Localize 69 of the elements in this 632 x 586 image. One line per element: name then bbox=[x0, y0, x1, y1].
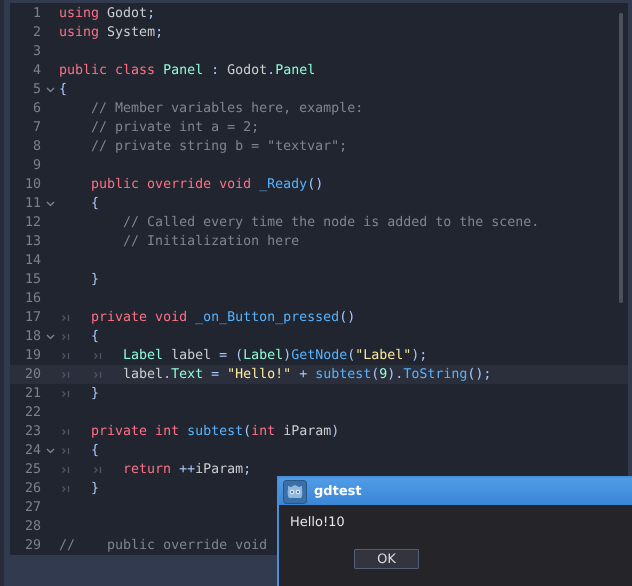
code-editor[interactable] bbox=[10, 3, 628, 555]
line-number: 22 bbox=[24, 405, 41, 420]
line-number: 27 bbox=[24, 500, 41, 515]
line-number: 26 bbox=[24, 481, 41, 496]
line-number: 16 bbox=[24, 291, 41, 306]
tab-marker-icon bbox=[62, 428, 70, 436]
code-line: { bbox=[91, 443, 100, 458]
line-number: 3 bbox=[32, 44, 41, 59]
line-number: 18 bbox=[24, 329, 41, 344]
code-line: // Initialization here bbox=[123, 234, 300, 249]
tab-marker-icon bbox=[62, 390, 70, 398]
tab-marker-icon bbox=[62, 484, 70, 492]
tab-marker-icon bbox=[62, 314, 70, 322]
line-number: 14 bbox=[24, 253, 41, 268]
code-line: // private int a = 2; bbox=[91, 120, 260, 135]
code-line: using System; bbox=[59, 25, 164, 40]
robot-head-icon bbox=[283, 480, 307, 504]
code-line: { bbox=[59, 82, 68, 97]
code-line: { bbox=[91, 329, 100, 344]
window-title: gdtest bbox=[314, 484, 362, 499]
line-number: 19 bbox=[24, 348, 41, 363]
line-number: 24 bbox=[24, 443, 41, 458]
line-number: 5 bbox=[32, 82, 41, 97]
tab-marker-icon bbox=[94, 370, 102, 378]
line-number: 21 bbox=[24, 386, 41, 401]
line-number: 13 bbox=[24, 234, 41, 249]
code-line: } bbox=[91, 272, 100, 287]
line-number: 20 bbox=[24, 367, 41, 382]
line-number: 25 bbox=[24, 462, 41, 477]
tab-marker-icon bbox=[94, 466, 102, 474]
code-line: private int subtest(int iParam) bbox=[91, 424, 340, 439]
code-line: } bbox=[91, 481, 100, 496]
tab-marker-icon bbox=[62, 446, 70, 454]
tab-marker-icon bbox=[94, 352, 102, 360]
code-line: { bbox=[91, 196, 100, 211]
line-number: 28 bbox=[24, 519, 41, 534]
code-line: } bbox=[91, 386, 100, 401]
code-line: private void _on_Button_pressed() bbox=[91, 310, 356, 325]
code-line: label.Text = "Hello!" + subtest(9).ToString(); bbox=[123, 367, 492, 382]
scrollbar[interactable] bbox=[619, 13, 623, 303]
line-number: 7 bbox=[32, 120, 41, 135]
line-number: 17 bbox=[24, 310, 41, 325]
tab-marker-icon bbox=[62, 370, 70, 378]
line-number: 2 bbox=[32, 25, 41, 40]
line-number: 9 bbox=[32, 158, 41, 173]
tab-marker-icon bbox=[62, 352, 70, 360]
code-line: return ++iParam; bbox=[123, 462, 252, 477]
line-number: 23 bbox=[24, 424, 41, 439]
code-line: using Godot; bbox=[59, 6, 156, 21]
line-number: 11 bbox=[24, 196, 41, 211]
code-line: // public override void bbox=[59, 538, 268, 553]
code-line: // Called every time the node is added to the scene. bbox=[123, 215, 540, 230]
line-number: 15 bbox=[24, 272, 41, 287]
line-number: 8 bbox=[32, 139, 41, 154]
code-line: Label label = (Label)GetNode("Label"); bbox=[123, 348, 428, 363]
line-number: 29 bbox=[24, 538, 41, 553]
ok-button[interactable]: OK bbox=[354, 549, 419, 569]
tab-marker-icon bbox=[62, 466, 70, 474]
line-number: 12 bbox=[24, 215, 41, 230]
line-number: 4 bbox=[32, 63, 41, 78]
line-number: 6 bbox=[32, 101, 41, 116]
code-line: public override void _Ready() bbox=[91, 177, 324, 192]
tab-marker-icon bbox=[62, 332, 70, 340]
code-line: public class Panel : Godot.Panel bbox=[59, 63, 316, 78]
line-number: 10 bbox=[24, 177, 41, 192]
message-text: Hello!10 bbox=[290, 515, 345, 530]
code-line: // Member variables here, example: bbox=[91, 101, 364, 116]
code-line: // private string b = "textvar"; bbox=[91, 139, 348, 154]
line-number: 1 bbox=[32, 6, 41, 21]
